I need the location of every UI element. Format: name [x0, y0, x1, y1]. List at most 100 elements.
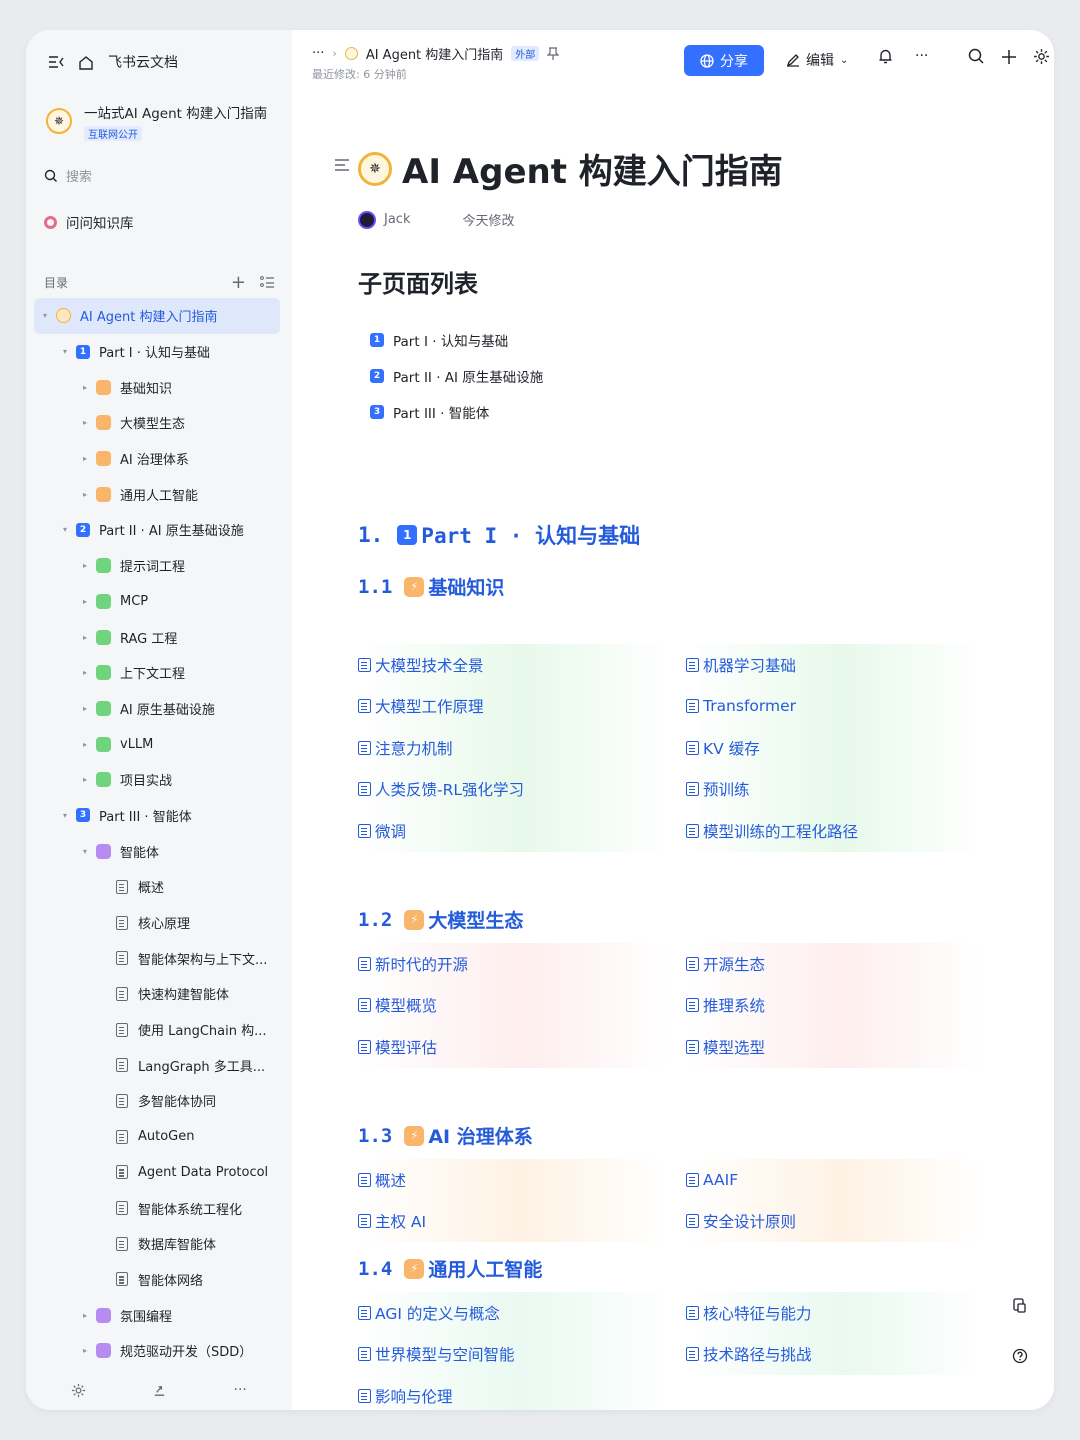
- settings-icon[interactable]: [1033, 48, 1050, 65]
- caret-right-icon[interactable]: ▸: [80, 383, 90, 392]
- more-icon[interactable]: ···: [234, 1382, 247, 1398]
- caret-right-icon[interactable]: ▸: [80, 490, 90, 499]
- doc-header[interactable]: ✵ 一站式AI Agent 构建入门指南 互联网公开: [46, 102, 267, 142]
- doc-link[interactable]: 机器学习基础: [686, 644, 998, 686]
- caret-right-icon[interactable]: ▸: [80, 418, 90, 427]
- bell-icon[interactable]: [878, 48, 893, 64]
- sidebar-item[interactable]: ▸ 上下文工程: [34, 655, 280, 691]
- caret-down-icon[interactable]: ▾: [40, 311, 50, 320]
- list-icon[interactable]: [260, 276, 274, 289]
- doc-link[interactable]: 技术路径与挑战: [686, 1333, 998, 1375]
- doc-link[interactable]: KV 缓存: [686, 727, 998, 769]
- caret-right-icon[interactable]: ▸: [80, 668, 90, 677]
- sidebar-item[interactable]: ▸ 项目实战: [34, 762, 280, 798]
- help-icon[interactable]: [1012, 1348, 1028, 1364]
- caret-right-icon[interactable]: ▸: [80, 454, 90, 463]
- doc-link[interactable]: 推理系统: [686, 984, 998, 1026]
- doc-link[interactable]: 模型概览: [358, 984, 686, 1026]
- add-icon[interactable]: +: [231, 272, 246, 293]
- caret-down-icon[interactable]: ▾: [60, 347, 70, 356]
- sidebar-item[interactable]: LangGraph 多工具...: [34, 1047, 280, 1083]
- doc-link[interactable]: 主权 AI: [358, 1200, 686, 1242]
- doc-link[interactable]: 安全设计原则: [686, 1200, 998, 1242]
- doc-link[interactable]: 开源生态: [686, 943, 998, 985]
- sidebar-item[interactable]: 使用 LangChain 构...: [34, 1012, 280, 1048]
- search-box[interactable]: 搜索: [44, 166, 92, 185]
- caret-down-icon[interactable]: ▾: [60, 811, 70, 820]
- subpage-link[interactable]: 2 Part II · AI 原生基础设施: [370, 358, 543, 394]
- breadcrumb-title[interactable]: AI Agent 构建入门指南: [366, 44, 503, 63]
- doc-link[interactable]: 核心特征与能力: [686, 1292, 998, 1334]
- subpage-link[interactable]: 3 Part III · 智能体: [370, 394, 543, 430]
- doc-link[interactable]: 大模型技术全景: [358, 644, 686, 686]
- doc-link[interactable]: 新时代的开源: [358, 943, 686, 985]
- sidebar-item[interactable]: Agent Data Protocol: [34, 1155, 280, 1191]
- share-button[interactable]: 分享: [684, 45, 764, 76]
- sidebar-item[interactable]: ▸ 大模型生态: [34, 405, 280, 441]
- sidebar-item[interactable]: 快速构建智能体: [34, 976, 280, 1012]
- avatar[interactable]: [358, 210, 376, 229]
- doc-link[interactable]: 微调: [358, 810, 686, 852]
- edit-button[interactable]: 编辑 ⌄: [786, 50, 848, 70]
- sidebar-item[interactable]: ▾ 1 Part I · 认知与基础: [34, 334, 280, 370]
- sidebar-item[interactable]: ▸ vLLM: [34, 726, 280, 762]
- caret-right-icon[interactable]: ▸: [80, 775, 90, 784]
- doc-link[interactable]: 人类反馈-RL强化学习: [358, 768, 686, 810]
- pin-icon[interactable]: [547, 47, 560, 60]
- doc-link[interactable]: AAIF: [686, 1159, 998, 1201]
- caret-right-icon[interactable]: ▸: [80, 597, 90, 606]
- subpage-link[interactable]: 1 Part I · 认知与基础: [370, 322, 543, 358]
- sidebar-item[interactable]: 概述: [34, 869, 280, 905]
- sidebar-item[interactable]: ▸ AI 治理体系: [34, 441, 280, 477]
- doc-link[interactable]: 注意力机制: [358, 727, 686, 769]
- doc-link[interactable]: 概述: [358, 1159, 686, 1201]
- doc-link[interactable]: 世界模型与空间智能: [358, 1333, 686, 1375]
- sidebar-item[interactable]: ▸ 氛围编程: [34, 1297, 280, 1333]
- collapse-sidebar-icon[interactable]: [48, 55, 64, 69]
- sidebar-item[interactable]: ▸ 提示词工程: [34, 548, 280, 584]
- caret-down-icon[interactable]: ▾: [80, 847, 90, 856]
- sidebar-item[interactable]: AutoGen: [34, 1119, 280, 1155]
- caret-right-icon[interactable]: ▸: [80, 1346, 90, 1355]
- breadcrumb-more[interactable]: ···: [312, 46, 324, 61]
- doc-link[interactable]: Transformer: [686, 685, 998, 727]
- sidebar-item[interactable]: 智能体系统工程化: [34, 1190, 280, 1226]
- sidebar-item[interactable]: ▸ RAG 工程: [34, 619, 280, 655]
- sidebar-item[interactable]: ▸ 通用人工智能: [34, 476, 280, 512]
- more-icon[interactable]: ···: [915, 48, 928, 64]
- settings-icon[interactable]: [71, 1383, 86, 1398]
- sidebar-item[interactable]: 数据库智能体: [34, 1226, 280, 1262]
- sidebar-item[interactable]: ▸ 基础知识: [34, 369, 280, 405]
- doc-link[interactable]: 模型评估: [358, 1026, 686, 1068]
- sidebar-item[interactable]: ▾ 3 Part III · 智能体: [34, 798, 280, 834]
- search-icon[interactable]: [968, 48, 985, 65]
- doc-link[interactable]: AGI 的定义与概念: [358, 1292, 686, 1334]
- caret-right-icon[interactable]: ▸: [80, 1311, 90, 1320]
- caret-right-icon[interactable]: ▸: [80, 561, 90, 570]
- home-icon[interactable]: [78, 55, 94, 70]
- caret-right-icon[interactable]: ▸: [80, 633, 90, 642]
- sidebar-item[interactable]: ▸ 规范驱动开发（SDD）: [34, 1333, 280, 1369]
- knowledge-base-item[interactable]: 问问知识库: [44, 212, 134, 232]
- caret-down-icon[interactable]: ▾: [60, 525, 70, 534]
- sidebar-item[interactable]: ▾ AI Agent 构建入门指南: [34, 298, 280, 334]
- author-name[interactable]: Jack: [384, 212, 410, 227]
- sidebar-item[interactable]: 核心原理: [34, 905, 280, 941]
- doc-link[interactable]: 影响与伦理: [358, 1375, 686, 1410]
- copy-link-icon[interactable]: [1012, 1298, 1027, 1314]
- sidebar-item[interactable]: 智能体架构与上下文...: [34, 940, 280, 976]
- sidebar-item[interactable]: 多智能体协同: [34, 1083, 280, 1119]
- outline-icon[interactable]: [334, 158, 350, 172]
- doc-link[interactable]: 模型选型: [686, 1026, 998, 1068]
- sidebar-item[interactable]: ▸ AI 原生基础设施: [34, 691, 280, 727]
- sidebar-item[interactable]: ▾ 2 Part II · AI 原生基础设施: [34, 512, 280, 548]
- caret-right-icon[interactable]: ▸: [80, 740, 90, 749]
- doc-link[interactable]: 大模型工作原理: [358, 685, 686, 727]
- sidebar-item[interactable]: 智能体网络: [34, 1262, 280, 1298]
- plus-icon[interactable]: [1001, 49, 1017, 65]
- sidebar-item[interactable]: ▸ MCP: [34, 584, 280, 620]
- sidebar-item[interactable]: ▾ 智能体: [34, 833, 280, 869]
- app-name[interactable]: 飞书云文档: [108, 52, 178, 72]
- share-out-icon[interactable]: [152, 1383, 167, 1398]
- doc-link[interactable]: 模型训练的工程化路径: [686, 810, 998, 852]
